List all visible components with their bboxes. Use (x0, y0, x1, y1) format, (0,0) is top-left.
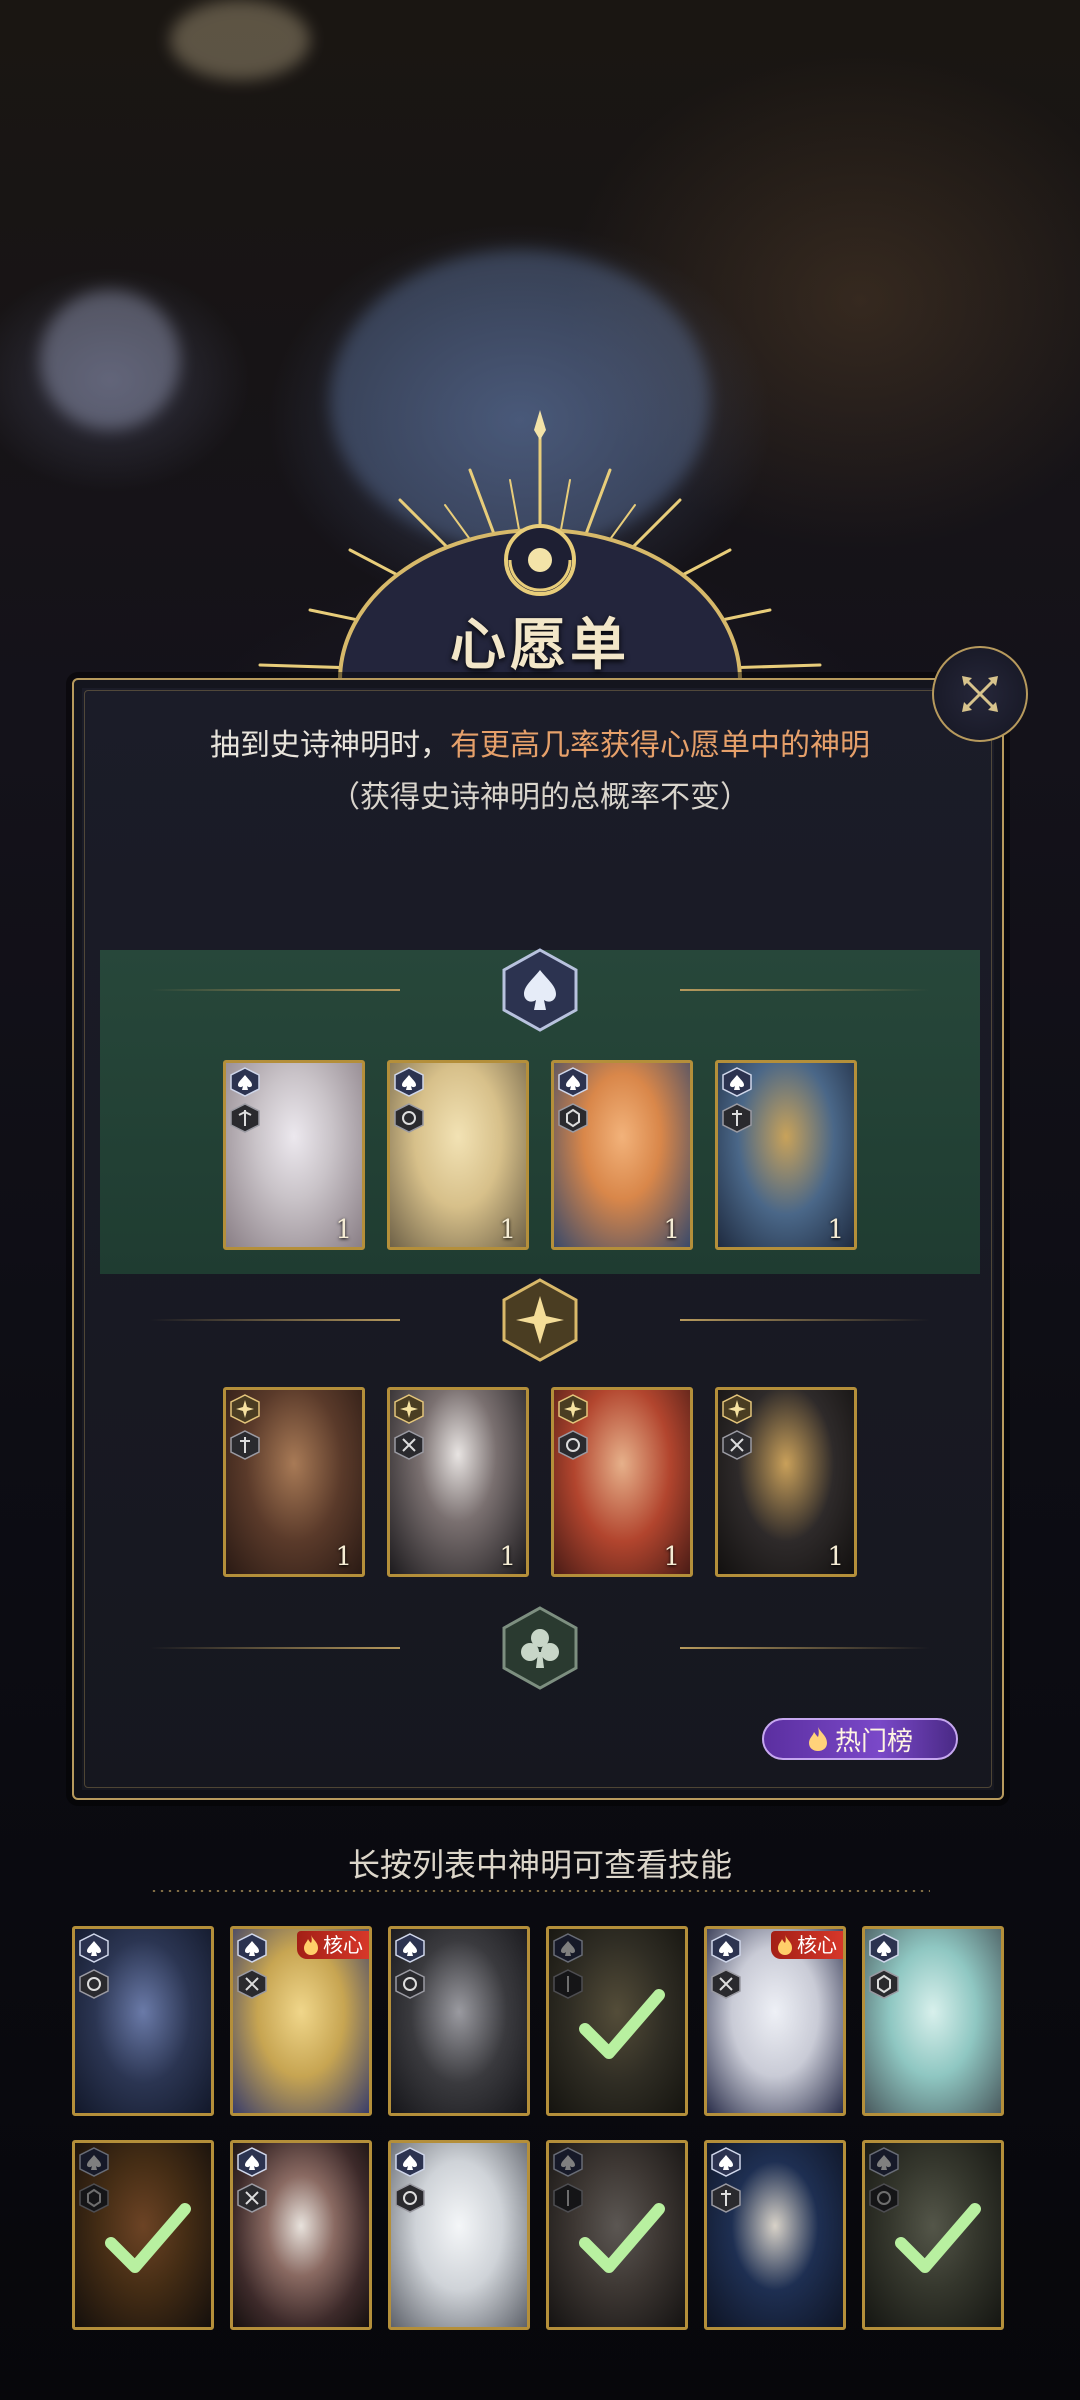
hot-list-button[interactable]: 热门榜 (762, 1718, 958, 1760)
tier-divider-spade (150, 948, 930, 1032)
core-badge-label: 核心 (323, 1933, 363, 1957)
spade-icon[interactable] (502, 948, 578, 1032)
wishlist-card[interactable]: 1 (223, 1387, 365, 1577)
card-count: 1 (663, 1542, 680, 1572)
class-icon (394, 1430, 424, 1460)
spade-icon (711, 1933, 741, 1963)
class-icon (869, 1969, 899, 1999)
spade-icon (558, 1067, 588, 1097)
diamond-star-icon (722, 1394, 752, 1424)
spade-icon (395, 2147, 425, 2177)
diamond-star-icon (394, 1394, 424, 1424)
background-glow (170, 0, 310, 80)
wishlist-card[interactable]: 1 (715, 1060, 857, 1250)
card-count: 1 (499, 1215, 516, 1245)
title-crest: 心愿单 (220, 410, 860, 700)
flame-icon (808, 1727, 827, 1751)
class-icon (558, 1430, 588, 1460)
roster-card[interactable] (72, 1926, 214, 2116)
roster-card[interactable] (862, 2140, 1004, 2330)
checkmark-icon (895, 2203, 981, 2273)
description-highlight: 有更高几率获得心愿单中的神明 (450, 728, 870, 763)
flame-icon (778, 1935, 792, 1955)
checkmark-icon (579, 1989, 665, 2059)
roster-card[interactable]: 核心 (230, 1926, 372, 2116)
roster-card[interactable] (388, 1926, 530, 2116)
hint-divider (150, 1890, 930, 1892)
class-icon (722, 1103, 752, 1133)
description-note: （获得史诗神明的总概率不变） (330, 780, 750, 815)
roster-card[interactable] (704, 2140, 846, 2330)
class-icon (711, 1969, 741, 1999)
tier-divider-club (150, 1606, 930, 1690)
roster-card[interactable] (230, 2140, 372, 2330)
spade-icon (395, 1933, 425, 1963)
card-count: 1 (827, 1215, 844, 1245)
page-title: 心愿单 (450, 612, 630, 678)
flame-icon (304, 1935, 318, 1955)
card-count: 1 (335, 1542, 352, 1572)
class-icon (711, 2183, 741, 2213)
spade-icon (722, 1067, 752, 1097)
class-icon (395, 1969, 425, 1999)
hot-list-label: 热门榜 (834, 1726, 913, 1757)
checkmark-icon (105, 2203, 191, 2273)
spade-icon (711, 2147, 741, 2177)
spade-icon (237, 2147, 267, 2177)
roster-card[interactable] (72, 2140, 214, 2330)
roster-card[interactable] (862, 1926, 1004, 2116)
spade-icon (237, 1933, 267, 1963)
card-count: 1 (499, 1542, 516, 1572)
spade-icon (79, 1933, 109, 1963)
class-icon (558, 1103, 588, 1133)
roster-card[interactable] (388, 2140, 530, 2330)
spade-icon (869, 1933, 899, 1963)
class-icon (79, 1969, 109, 1999)
club-icon[interactable] (502, 1606, 578, 1690)
roster-card[interactable]: 核心 (704, 1926, 846, 2116)
diamond-star-icon[interactable] (502, 1278, 578, 1362)
class-icon (394, 1103, 424, 1133)
class-icon (230, 1103, 260, 1133)
description-text: 抽到史诗神明时， (210, 728, 450, 763)
close-icon (962, 676, 998, 712)
wishlist-card[interactable]: 1 (551, 1060, 693, 1250)
wishlist-card[interactable]: 1 (551, 1387, 693, 1577)
core-badge: 核心 (297, 1931, 369, 1959)
wishlist-card[interactable]: 1 (387, 1060, 529, 1250)
diamond-star-icon (230, 1394, 260, 1424)
spade-icon (394, 1067, 424, 1097)
class-icon (395, 2183, 425, 2213)
tier-divider-diamond (150, 1278, 930, 1362)
class-icon (237, 2183, 267, 2213)
class-icon (230, 1430, 260, 1460)
core-badge-label: 核心 (797, 1933, 837, 1957)
wishlist-card[interactable]: 1 (387, 1387, 529, 1577)
roster-card[interactable] (546, 2140, 688, 2330)
wishlist-card[interactable]: 1 (223, 1060, 365, 1250)
card-count: 1 (335, 1215, 352, 1245)
core-badge: 核心 (771, 1931, 843, 1959)
roster-card[interactable] (546, 1926, 688, 2116)
card-count: 1 (663, 1215, 680, 1245)
card-count: 1 (827, 1542, 844, 1572)
checkmark-icon (579, 2203, 665, 2273)
long-press-hint: 长按列表中神明可查看技能 (347, 1846, 732, 1884)
class-icon (237, 1969, 267, 1999)
spade-icon (230, 1067, 260, 1097)
class-icon (722, 1430, 752, 1460)
wishlist-card[interactable]: 1 (715, 1387, 857, 1577)
wishlist-description: 抽到史诗神明时，有更高几率获得心愿单中的神明 (0, 720, 1080, 764)
diamond-star-icon (558, 1394, 588, 1424)
background-glow (40, 290, 180, 430)
